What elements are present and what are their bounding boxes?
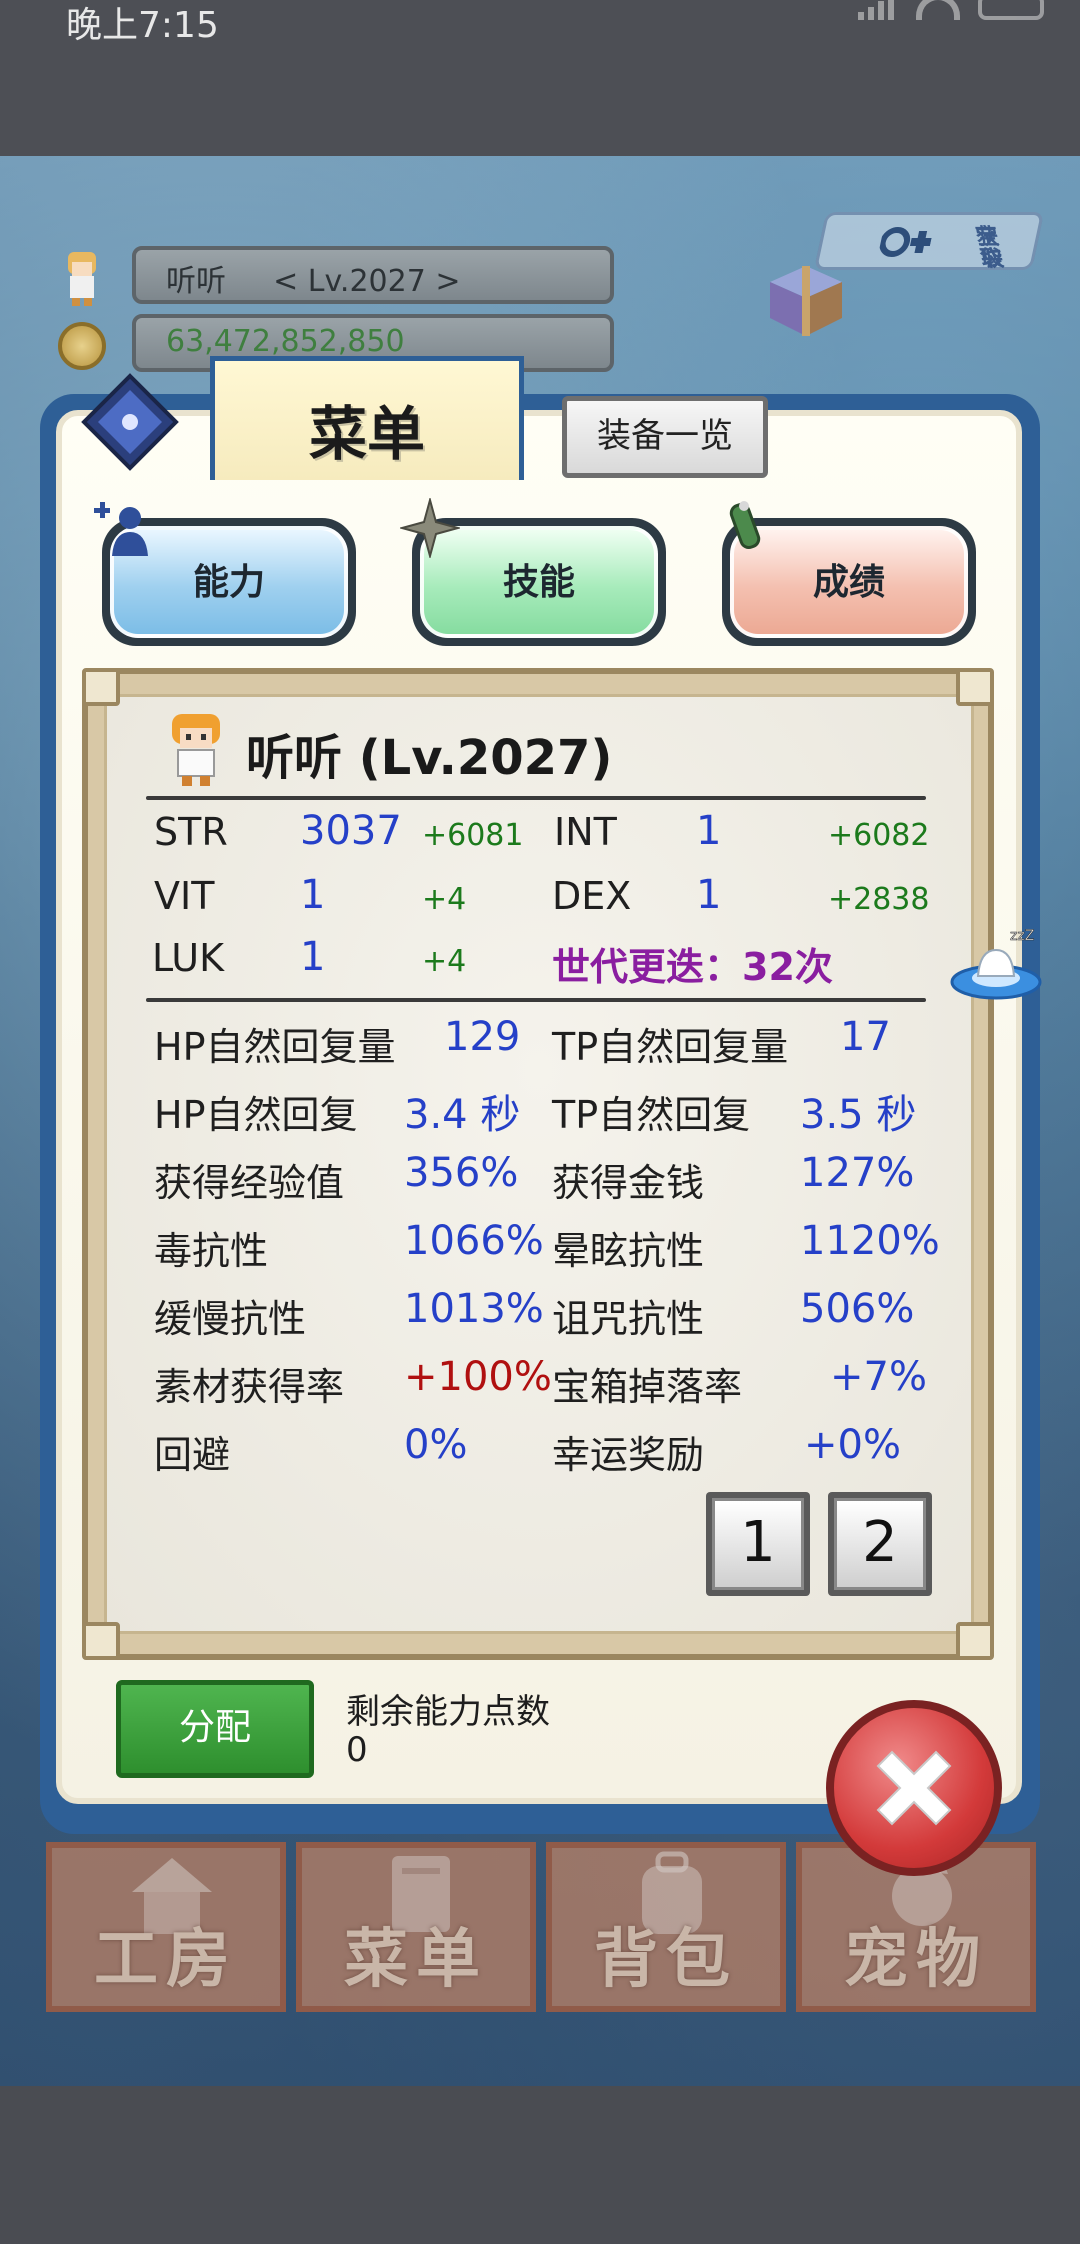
- nav-bag[interactable]: 背包: [546, 1842, 786, 2012]
- equipment-list-button[interactable]: 装备一览: [562, 396, 768, 478]
- frame-corner: [956, 1622, 994, 1660]
- player-name: 听听: [166, 264, 226, 299]
- chest-drop-value: +7%: [830, 1354, 927, 1400]
- page-1-button[interactable]: 1: [706, 1492, 810, 1596]
- stat-int-label: INT: [554, 810, 617, 854]
- stat-luk-label: LUK: [152, 936, 225, 980]
- stun-res-value: 1120%: [800, 1218, 940, 1264]
- curse-res-value: 506%: [800, 1286, 915, 1332]
- player-avatar-icon: [68, 252, 96, 306]
- curse-res-label: 诅咒抗性: [552, 1297, 705, 1341]
- nav-pet-label: 宠物: [844, 1923, 988, 1997]
- stat-vit-value: 1: [300, 872, 326, 918]
- signal-icon: [858, 0, 898, 20]
- stat-int-bonus: +6082: [828, 818, 930, 853]
- gold-coin-icon: [58, 322, 106, 370]
- status-bar: 晚上7:15: [0, 0, 1080, 156]
- stat-str-bonus: +6081: [422, 818, 524, 853]
- close-button[interactable]: [826, 1700, 1002, 1876]
- tp-regen-interval-value: 3.5 秒: [800, 1092, 917, 1138]
- slow-res-label: 缓慢抗性: [154, 1297, 307, 1341]
- hp-regen-interval-value: 3.4 秒: [404, 1092, 521, 1138]
- sparkle-icon: [400, 498, 460, 558]
- gold-amount: 63,472,852,850: [166, 324, 405, 359]
- book-icon: [81, 373, 179, 471]
- exp-gain-value: 356%: [404, 1150, 519, 1196]
- scroll-icon: [729, 501, 761, 549]
- divider: [146, 998, 926, 1002]
- gift-box-icon[interactable]: [760, 252, 852, 338]
- battery-icon: [978, 0, 1044, 20]
- gold-gain-value: 127%: [800, 1150, 915, 1196]
- hp-regen-amount-value: 129: [444, 1014, 521, 1060]
- tp-regen-interval-label: TP自然回复: [552, 1093, 751, 1137]
- material-rate-value: +100%: [404, 1354, 552, 1400]
- player-name-plate: 听听 < Lv.2027 >: [132, 246, 614, 304]
- luck-bonus-value: +0%: [804, 1422, 901, 1468]
- slow-res-value: 1013%: [404, 1286, 544, 1332]
- stun-res-label: 晕眩抗性: [552, 1229, 705, 1273]
- divider: [146, 796, 926, 800]
- status-icons: [858, 0, 1044, 20]
- stat-vit-bonus: +4: [422, 882, 467, 917]
- assign-points-button[interactable]: 分配: [116, 1680, 314, 1778]
- character-title: 听听 (Lv.2027): [246, 730, 613, 786]
- stat-str-label: STR: [154, 810, 228, 854]
- frame-corner: [82, 668, 120, 706]
- nav-bag-label: 背包: [594, 1923, 738, 1997]
- remaining-points-label: 剩余能力点数: [346, 1692, 550, 1732]
- poison-res-value: 1066%: [404, 1218, 544, 1264]
- menu-title: 菜单: [308, 400, 425, 468]
- tp-regen-amount-value: 17: [840, 1014, 891, 1060]
- stat-int-value: 1: [696, 808, 722, 854]
- stat-luk-value: 1: [300, 934, 326, 980]
- luck-bonus-label: 幸运奖励: [552, 1433, 705, 1477]
- stat-str-value: 3037: [300, 808, 402, 854]
- material-rate-label: 素材获得率: [154, 1365, 345, 1409]
- chest-drop-label: 宝箱掉落率: [552, 1365, 743, 1409]
- page-2-label: 2: [834, 1498, 926, 1590]
- plus-icon: [879, 227, 932, 257]
- exp-gain-label: 获得经验值: [154, 1161, 345, 1205]
- page-1-label: 1: [712, 1498, 804, 1590]
- tp-regen-amount-label: TP自然回复量: [552, 1025, 789, 1069]
- stat-dex-value: 1: [696, 872, 722, 918]
- game-screen: 晚上7:15 听听 < Lv.2027 > 63,472,852,850 获取宝…: [0, 0, 1080, 2244]
- wifi-icon: [916, 0, 960, 20]
- add-user-icon: [94, 502, 148, 556]
- character-avatar-icon: [172, 714, 220, 786]
- stat-luk-bonus: +4: [422, 944, 467, 979]
- poison-res-label: 毒抗性: [154, 1229, 269, 1273]
- evasion-label: 回避: [154, 1433, 231, 1477]
- nav-workshop-label: 工房: [94, 1923, 238, 1997]
- nav-menu[interactable]: 菜单: [296, 1842, 536, 2012]
- nav-menu-label: 菜单: [344, 1923, 488, 1997]
- frame-corner: [82, 1622, 120, 1660]
- hp-regen-interval-label: HP自然回复: [154, 1093, 358, 1137]
- page-2-button[interactable]: 2: [828, 1492, 932, 1596]
- stat-vit-label: VIT: [154, 874, 215, 918]
- menu-title-tab: 菜单: [210, 356, 524, 480]
- frame-corner: [956, 668, 994, 706]
- bonus-badge-line2: 宝袋: [973, 225, 1006, 272]
- stat-dex-bonus: +2838: [828, 882, 930, 917]
- evasion-value: 0%: [404, 1422, 468, 1468]
- stat-dex-label: DEX: [552, 874, 632, 918]
- close-icon: [876, 1750, 952, 1826]
- status-time: 晚上7:15: [66, 5, 219, 46]
- sleeping-ufo-icon[interactable]: zzZ: [950, 920, 1042, 1004]
- nav-workshop[interactable]: 工房: [46, 1842, 286, 2012]
- hp-regen-amount-label: HP自然回复量: [154, 1025, 396, 1069]
- player-level: < Lv.2027 >: [273, 264, 461, 299]
- svg-text:zzZ: zzZ: [1010, 928, 1034, 944]
- bottom-system-bar: [0, 2086, 1080, 2244]
- gold-gain-label: 获得金钱: [552, 1161, 705, 1205]
- remaining-points-value: 0: [346, 1730, 368, 1770]
- generation-count: 世代更迭：32次: [552, 945, 833, 989]
